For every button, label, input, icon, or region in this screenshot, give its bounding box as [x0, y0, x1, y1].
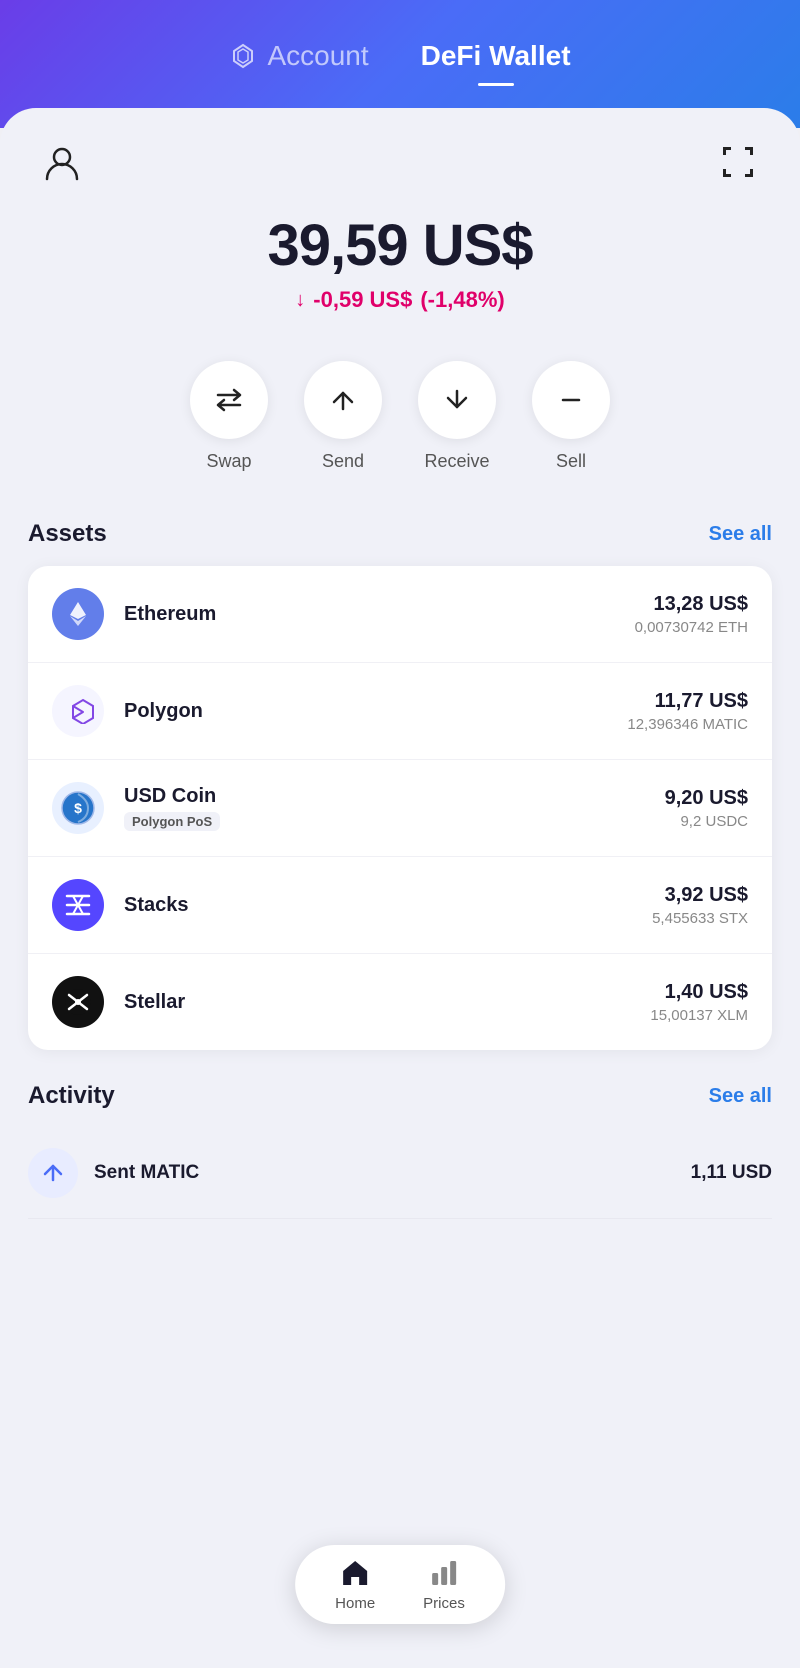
ethereum-icon	[52, 588, 104, 640]
receive-action[interactable]: Receive	[418, 361, 496, 472]
stacks-icon	[52, 879, 104, 931]
tab-defi[interactable]: DeFi Wallet	[405, 32, 587, 80]
swap-action[interactable]: Swap	[190, 361, 268, 472]
asset-stacks[interactable]: Stacks 3,92 US$ 5,455633 STX	[28, 857, 772, 954]
sell-icon	[532, 361, 610, 439]
activity-title: Activity	[28, 1082, 115, 1110]
stellar-values: 1,40 US$ 15,00137 XLM	[650, 981, 748, 1024]
asset-ethereum[interactable]: Ethereum 13,28 US$ 0,00730742 ETH	[28, 566, 772, 663]
profile-button[interactable]	[36, 136, 88, 188]
stellar-name: Stellar	[124, 991, 650, 1014]
receive-icon	[418, 361, 496, 439]
stellar-icon	[52, 976, 104, 1028]
receive-label: Receive	[424, 451, 489, 472]
usdc-info: USD Coin Polygon PoS	[124, 785, 665, 831]
change-arrow-icon: ↓	[295, 289, 305, 312]
usdc-name: USD Coin	[124, 785, 665, 808]
balance-change-pct: (-1,48%)	[420, 287, 504, 313]
ethereum-info: Ethereum	[124, 603, 635, 626]
send-icon	[304, 361, 382, 439]
polygon-amount: 12,396346 MATIC	[627, 716, 748, 733]
home-label: Home	[335, 1595, 375, 1612]
ethereum-usd: 13,28 US$	[635, 593, 748, 616]
activity-sent-icon	[28, 1148, 78, 1198]
usdc-usd: 9,20 US$	[665, 787, 748, 810]
stacks-values: 3,92 US$ 5,455633 STX	[652, 884, 748, 927]
activity-sent-info: Sent MATIC	[94, 1162, 691, 1184]
prices-icon	[428, 1557, 460, 1589]
activity-sent-name: Sent MATIC	[94, 1162, 691, 1184]
polygon-name: Polygon	[124, 700, 627, 723]
assets-section: Assets See all Ethereum 13,28 US$ 0,0073…	[0, 492, 800, 1050]
stellar-amount: 15,00137 XLM	[650, 1007, 748, 1024]
usdc-icon: $	[52, 782, 104, 834]
action-buttons: Swap Send Receive	[0, 321, 800, 492]
asset-polygon[interactable]: Polygon 11,77 US$ 12,396346 MATIC	[28, 663, 772, 760]
nav-prices[interactable]: Prices	[423, 1557, 465, 1612]
usdc-values: 9,20 US$ 9,2 USDC	[665, 787, 748, 830]
send-label: Send	[322, 451, 364, 472]
nav-home[interactable]: Home	[335, 1557, 375, 1612]
polygon-icon	[52, 685, 104, 737]
tab-account[interactable]: Account	[213, 32, 384, 80]
balance-change-text: -0,59 US$	[313, 287, 412, 313]
swap-label: Swap	[206, 451, 251, 472]
activity-sent-matic[interactable]: Sent MATIC 1,11 USD	[28, 1128, 772, 1219]
assets-title: Assets	[28, 520, 107, 548]
defi-tab-label: DeFi Wallet	[421, 40, 571, 72]
account-tab-label: Account	[267, 40, 368, 72]
balance-amount: 39,59 US$	[20, 212, 780, 279]
asset-usdc[interactable]: $ USD Coin Polygon PoS 9,20 US$ 9,2 USDC	[28, 760, 772, 857]
assets-card: Ethereum 13,28 US$ 0,00730742 ETH Polygo…	[28, 566, 772, 1050]
activity-section: Activity See all Sent MATIC 1,11 USD	[0, 1050, 800, 1219]
ethereum-amount: 0,00730742 ETH	[635, 619, 748, 636]
account-tab-icon	[229, 42, 257, 70]
top-bar	[0, 108, 800, 188]
svg-text:$: $	[74, 800, 82, 816]
polygon-values: 11,77 US$ 12,396346 MATIC	[627, 690, 748, 733]
usdc-badge: Polygon PoS	[124, 812, 220, 831]
activity-header: Activity See all	[28, 1082, 772, 1110]
sell-action[interactable]: Sell	[532, 361, 610, 472]
sell-label: Sell	[556, 451, 586, 472]
balance-change: ↓ -0,59 US$ (-1,48%)	[20, 287, 780, 313]
stacks-name: Stacks	[124, 894, 652, 917]
assets-see-all[interactable]: See all	[709, 523, 772, 546]
ethereum-values: 13,28 US$ 0,00730742 ETH	[635, 593, 748, 636]
prices-label: Prices	[423, 1595, 465, 1612]
activity-sent-value: 1,11 USD	[691, 1162, 772, 1184]
polygon-usd: 11,77 US$	[627, 690, 748, 713]
send-action[interactable]: Send	[304, 361, 382, 472]
asset-stellar[interactable]: Stellar 1,40 US$ 15,00137 XLM	[28, 954, 772, 1050]
ethereum-name: Ethereum	[124, 603, 635, 626]
header-tabs: Account DeFi Wallet	[0, 32, 800, 80]
balance-section: 39,59 US$ ↓ -0,59 US$ (-1,48%)	[0, 188, 800, 321]
polygon-info: Polygon	[124, 700, 627, 723]
activity-see-all[interactable]: See all	[709, 1085, 772, 1108]
bottom-nav: Home Prices	[295, 1545, 505, 1624]
stellar-usd: 1,40 US$	[650, 981, 748, 1004]
stacks-amount: 5,455633 STX	[652, 910, 748, 927]
scan-button[interactable]	[712, 136, 764, 188]
swap-icon	[190, 361, 268, 439]
usdc-amount: 9,2 USDC	[665, 813, 748, 830]
stellar-info: Stellar	[124, 991, 650, 1014]
home-icon	[339, 1557, 371, 1589]
assets-header: Assets See all	[28, 520, 772, 548]
stacks-usd: 3,92 US$	[652, 884, 748, 907]
stacks-info: Stacks	[124, 894, 652, 917]
main-card: 39,59 US$ ↓ -0,59 US$ (-1,48%) Swap	[0, 108, 800, 1668]
